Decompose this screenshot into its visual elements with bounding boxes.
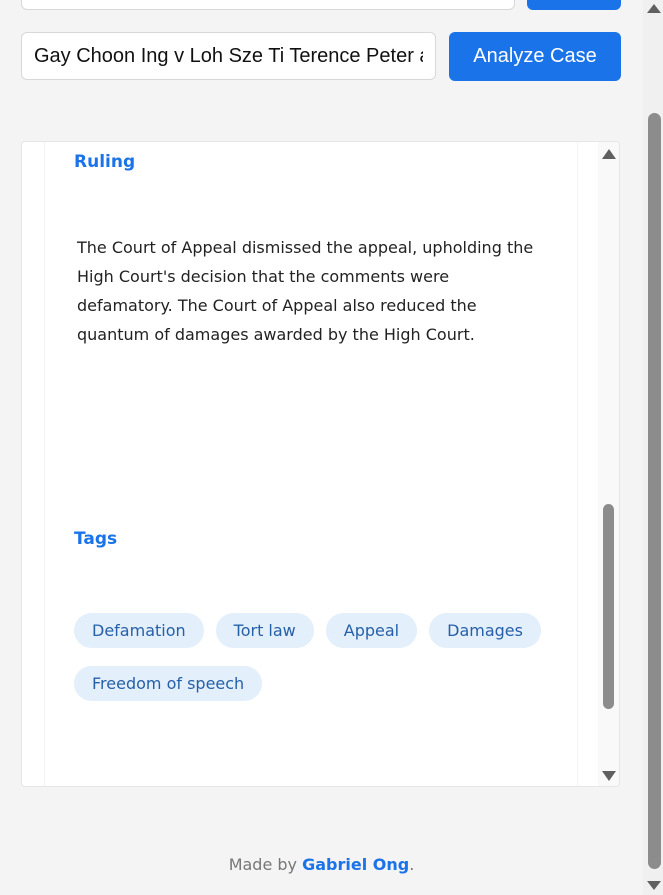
author-link[interactable]: Gabriel Ong [302,855,409,874]
previous-case-input[interactable] [21,0,515,10]
ruling-heading: Ruling [74,152,136,172]
case-search-input[interactable] [21,32,436,80]
tag-chip: Damages [429,613,541,648]
analyze-case-button[interactable]: Analyze Case [449,32,621,81]
tags-heading: Tags [74,529,118,549]
page-scroll-up-arrow-icon[interactable] [647,4,661,13]
tag-chip: Appeal [325,613,418,648]
panel-scrollbar-thumb[interactable] [603,504,614,709]
tags-list: Defamation Tort law Appeal Damages Freed… [74,613,554,701]
footer-credit: Made by Gabriel Ong. [0,855,643,874]
footer-suffix: . [409,855,415,874]
tag-chip: Defamation [74,613,204,648]
panel-scroll-up-arrow-icon[interactable] [602,149,616,159]
panel-scroll-down-arrow-icon[interactable] [602,771,616,781]
previous-analyze-button[interactable] [527,0,621,10]
tag-chip: Tort law [215,613,314,648]
case-result-panel: Ruling The Court of Appeal dismissed the… [21,141,620,787]
tag-chip: Freedom of speech [74,666,263,701]
ruling-text: The Court of Appeal dismissed the appeal… [77,238,534,344]
footer-prefix: Made by [228,855,303,874]
page-scrollbar-thumb[interactable] [648,113,661,869]
page-scroll-down-arrow-icon[interactable] [647,881,661,890]
